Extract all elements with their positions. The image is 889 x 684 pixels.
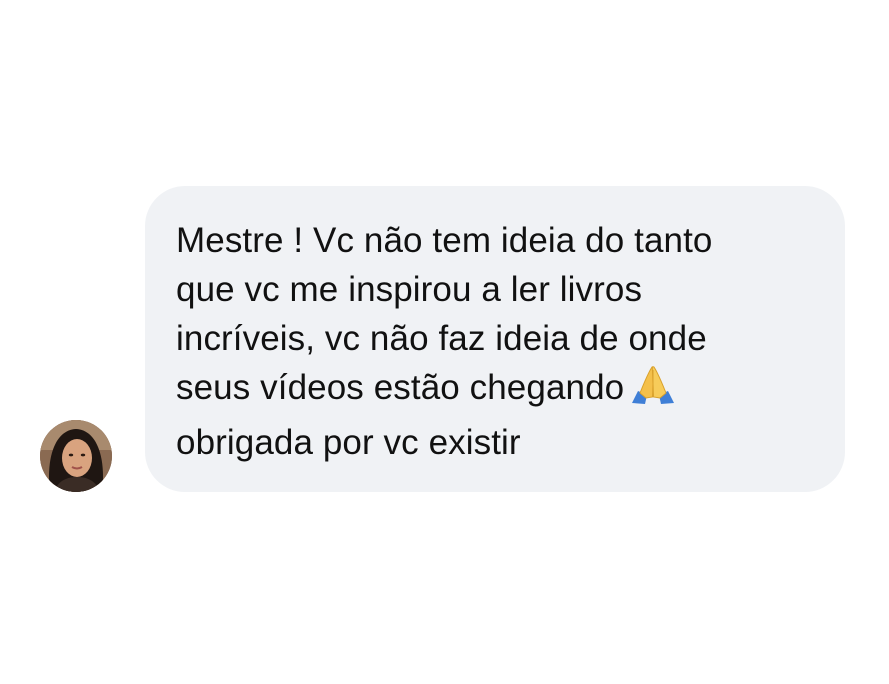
avatar-photo-icon (40, 420, 112, 492)
chat-area: Mestre ! Vc não tem ideia do tanto que v… (0, 0, 889, 684)
sender-avatar[interactable] (40, 420, 112, 492)
message-bubble[interactable]: Mestre ! Vc não tem ideia do tanto que v… (145, 186, 845, 492)
message-line: incríveis, vc não faz ideia de onde (176, 319, 707, 358)
incoming-message-row: Mestre ! Vc não tem ideia do tanto que v… (40, 186, 860, 496)
message-line: obrigada por vc existir (176, 423, 521, 462)
message-line: que vc me inspirou a ler livros (176, 270, 643, 309)
folded-hands-emoji-icon (630, 365, 676, 418)
message-text: Mestre ! Vc não tem ideia do tanto que v… (176, 216, 811, 467)
message-line-with-emoji: seus vídeos estão chegando (176, 363, 811, 418)
message-line: Mestre ! Vc não tem ideia do tanto (176, 221, 713, 260)
message-line: seus vídeos estão chegando (176, 368, 625, 407)
